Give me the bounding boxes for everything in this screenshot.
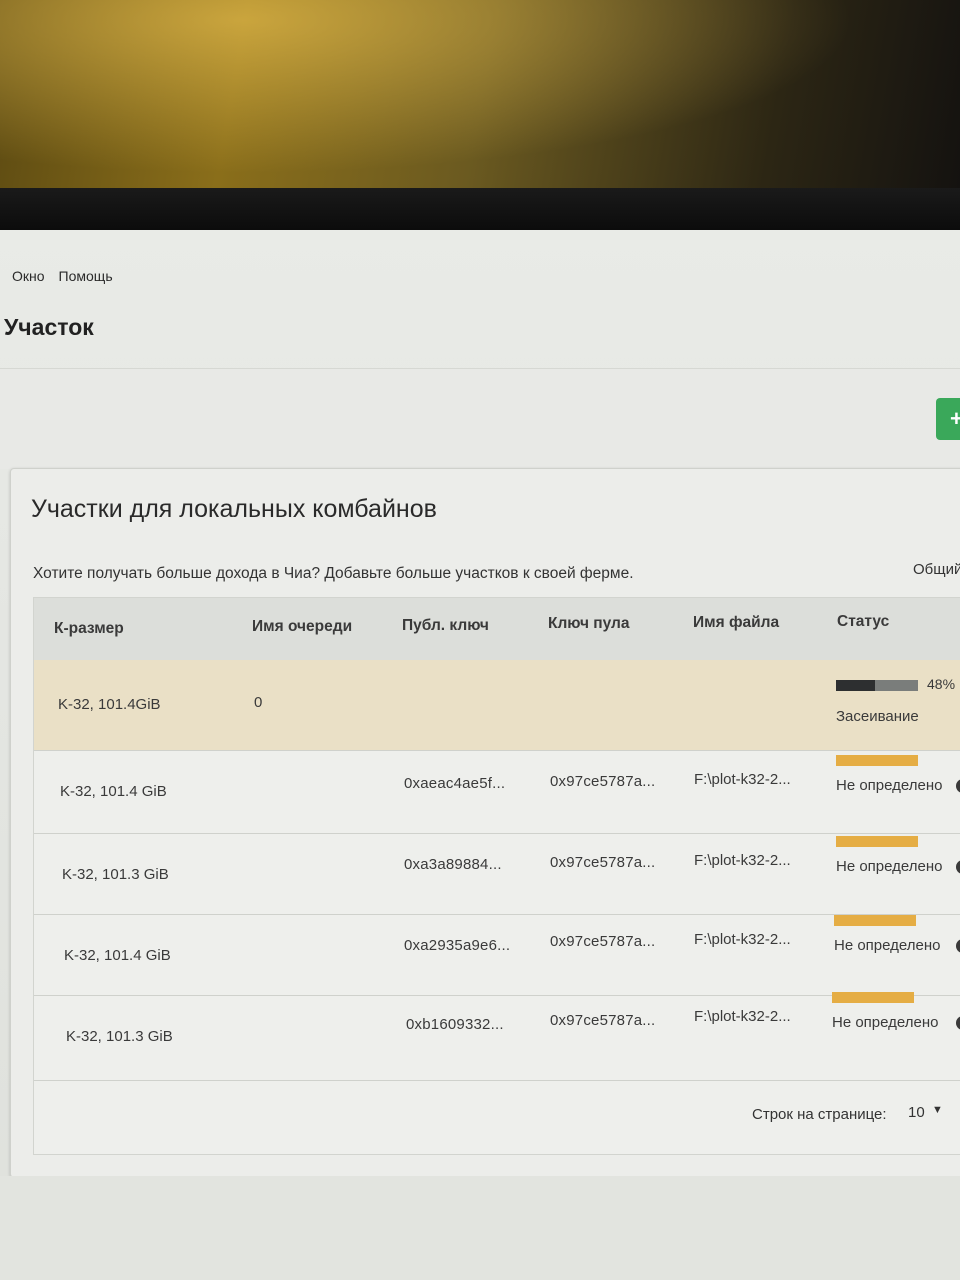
cell-pool-key[interactable]: 0x97ce5787a... (550, 773, 655, 790)
table-header: К-размер Имя очереди Публ. ключ Ключ пул… (34, 598, 960, 661)
header-status[interactable]: Статус (837, 613, 889, 631)
help-circle-icon[interactable]: ? (956, 1016, 960, 1030)
background-glow (0, 0, 960, 200)
rows-per-page-label: Строк на странице: (752, 1106, 887, 1123)
cell-file-name[interactable]: F:\plot-k32-2... (694, 771, 791, 788)
plots-table: К-размер Имя очереди Публ. ключ Ключ пул… (33, 597, 960, 1155)
plots-card: Участки для локальных комбайнов Хотите п… (10, 468, 960, 1178)
table-row[interactable]: K-32, 101.3 GiB 0xb1609332... 0x97ce5787… (34, 992, 960, 1081)
cell-public-key[interactable]: 0xb1609332... (406, 1016, 504, 1033)
table-pagination: Строк на странице: 10 ▼ (34, 1082, 960, 1152)
card-title: Участки для локальных комбайнов (31, 495, 437, 523)
card-subtitle: Хотите получать больше дохода в Чиа? Доб… (33, 565, 634, 582)
menu-item-help[interactable]: Помощь (59, 268, 113, 284)
header-k-size[interactable]: К-размер (54, 620, 124, 638)
cell-file-name[interactable]: F:\plot-k32-2... (694, 852, 791, 869)
cell-k-size: K-32, 101.3 GiB (62, 866, 169, 883)
status-bar (832, 992, 914, 1003)
table-row[interactable]: K-32, 101.4GiB 0 48% Засеивание (34, 660, 960, 751)
cell-k-size: K-32, 101.4 GiB (60, 783, 167, 800)
menu-item-window[interactable]: Окно (12, 268, 45, 284)
header-public-key[interactable]: Публ. ключ (402, 617, 489, 635)
header-pool-key[interactable]: Ключ пула (548, 615, 630, 633)
page-title: Участок (4, 314, 94, 340)
cell-pool-key[interactable]: 0x97ce5787a... (550, 1012, 655, 1029)
toolbar-strip (0, 368, 960, 469)
cell-file-name[interactable]: F:\plot-k32-2... (694, 931, 791, 948)
cell-status: Засеивание (836, 708, 919, 725)
cell-k-size: K-32, 101.4GiB (58, 696, 161, 713)
add-plot-button[interactable]: + (936, 398, 960, 440)
cell-status: Не определено (836, 777, 943, 794)
header-queue-name[interactable]: Имя очереди (252, 618, 352, 636)
cell-k-size: K-32, 101.4 GiB (64, 947, 171, 964)
cell-file-name[interactable]: F:\plot-k32-2... (694, 1008, 791, 1025)
status-bar (836, 836, 918, 847)
help-circle-icon[interactable]: ? (956, 779, 960, 793)
plus-icon: + (950, 406, 960, 431)
table-row[interactable]: K-32, 101.4 GiB 0xaeac4ae5f... 0x97ce578… (34, 751, 960, 834)
cell-pool-key[interactable]: 0x97ce5787a... (550, 854, 655, 871)
cell-public-key[interactable]: 0xa2935a9e6... (404, 937, 510, 954)
caret-down-icon[interactable]: ▼ (932, 1104, 943, 1116)
cell-status: Не определено (836, 858, 943, 875)
cell-public-key[interactable]: 0xaeac4ae5f... (404, 775, 505, 792)
cell-k-size: K-32, 101.3 GiB (66, 1028, 173, 1045)
photo-frame: Окно Помощь Участок + Участки для локаль… (0, 0, 960, 1280)
help-circle-icon[interactable]: ? (956, 860, 960, 874)
page-bottom (0, 1176, 960, 1280)
rows-per-page-select[interactable]: 10 (908, 1104, 925, 1121)
monitor-bezel (0, 188, 960, 236)
cell-queue-name: 0 (254, 694, 263, 711)
status-bar (834, 915, 916, 926)
total-label: Общий (913, 561, 960, 578)
help-circle-icon[interactable]: ? (956, 939, 960, 953)
cell-status: Не определено (834, 937, 941, 954)
cell-public-key[interactable]: 0xa3a89884... (404, 856, 502, 873)
status-bar (836, 755, 918, 766)
menu-bar: Окно Помощь (12, 268, 113, 284)
header-file-name[interactable]: Имя файла (693, 614, 779, 632)
table-row[interactable]: K-32, 101.4 GiB 0xa2935a9e6... 0x97ce578… (34, 915, 960, 996)
cell-pool-key[interactable]: 0x97ce5787a... (550, 933, 655, 950)
cell-status: Не определено (832, 1014, 939, 1031)
progress-fill (836, 680, 876, 691)
app-window: Окно Помощь Участок + Участки для локаль… (0, 230, 960, 1280)
table-row[interactable]: K-32, 101.3 GiB 0xa3a89884... 0x97ce5787… (34, 834, 960, 915)
progress-bar (836, 680, 918, 691)
progress-percent: 48% (927, 676, 956, 692)
